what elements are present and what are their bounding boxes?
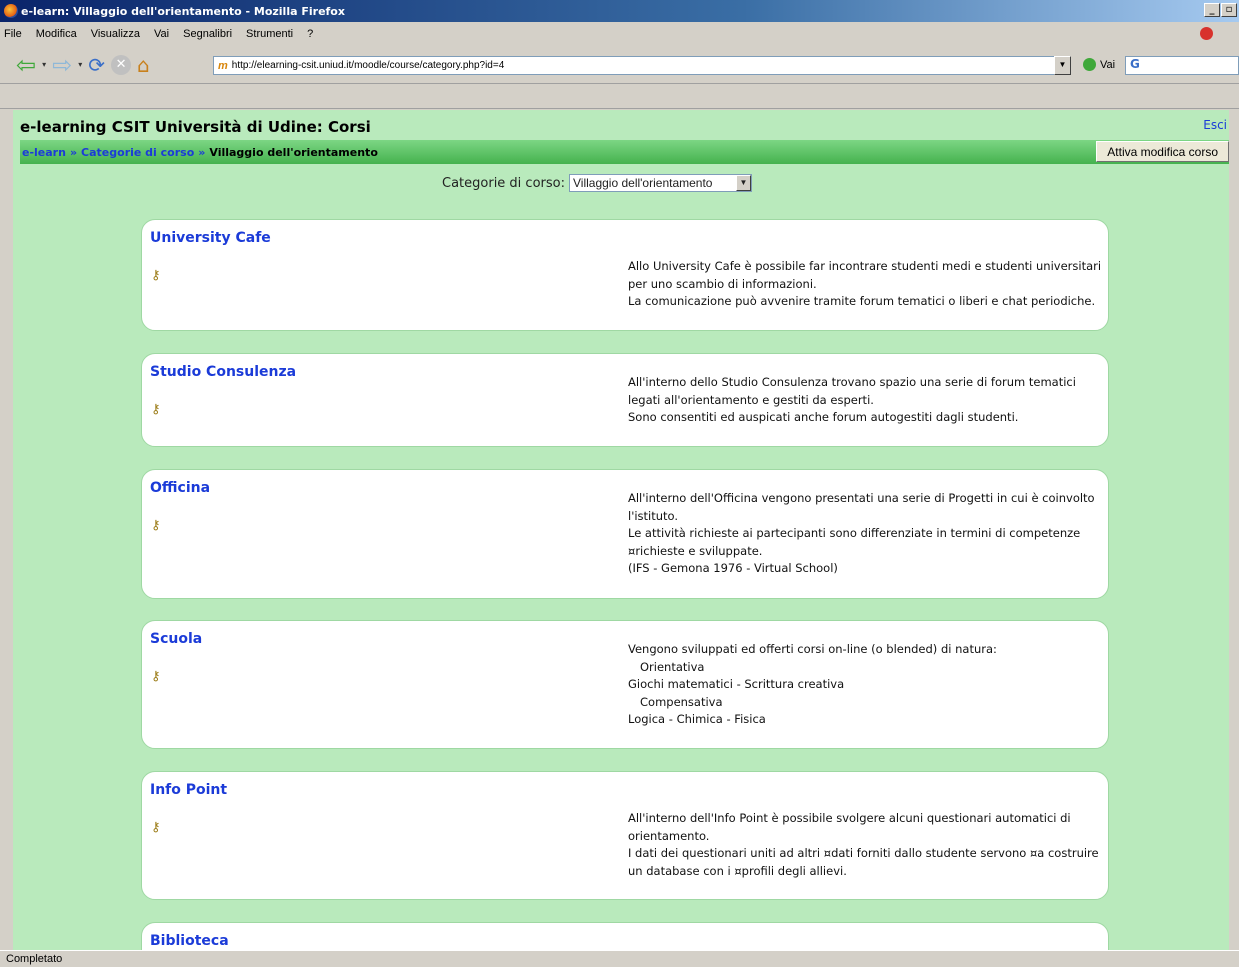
description-line: All'interno dell'Officina vengono presen… bbox=[628, 491, 1095, 505]
url-text[interactable]: http://elearning-csit.uniud.it/moodle/co… bbox=[232, 60, 504, 71]
category-select[interactable]: Villaggio dell'orientamento ▼ bbox=[568, 174, 752, 192]
course-box: Studio Consulenza ⚷ All'interno dello St… bbox=[141, 353, 1109, 447]
forward-history-dropdown[interactable]: ▾ bbox=[78, 60, 82, 69]
menu-segnalibri[interactable]: Segnalibri bbox=[183, 28, 232, 40]
page-title: e-learning CSIT Università di Udine: Cor… bbox=[20, 118, 371, 136]
course-link[interactable]: Studio Consulenza bbox=[150, 364, 296, 380]
description-line: un database con i ¤profili degli allievi… bbox=[628, 863, 847, 878]
description-line: Orientativa bbox=[640, 659, 705, 674]
category-selector-row: Categorie di corso: Villaggio dell'orien… bbox=[13, 174, 1239, 192]
description-line: legati all'orientamento e gestiti da esp… bbox=[628, 392, 874, 407]
key-icon: ⚷ bbox=[151, 268, 161, 283]
page-content: e-learning CSIT Università di Udine: Cor… bbox=[13, 110, 1239, 950]
description-line: Compensativa bbox=[640, 694, 723, 709]
course-link[interactable]: Officina bbox=[150, 480, 210, 496]
key-icon: ⚷ bbox=[151, 820, 161, 835]
back-history-dropdown[interactable]: ▾ bbox=[42, 60, 46, 69]
course-link[interactable]: University Cafe bbox=[150, 230, 271, 246]
home-icon[interactable]: ⌂ bbox=[137, 53, 150, 77]
activity-throbber-icon bbox=[1200, 27, 1213, 40]
navigation-toolbar: ⇦ ▾ ⇨ ▾ ⟳ ✕ ⌂ m http://elearning-csit.un… bbox=[0, 46, 1239, 84]
course-box: Info Point ⚷ All'interno dell'Info Point… bbox=[141, 771, 1109, 900]
window-title: e-learn: Villaggio dell'orientamento - M… bbox=[21, 4, 345, 18]
menu-bar: File Modifica Visualizza Vai Segnalibri … bbox=[0, 24, 1239, 44]
back-arrow-icon[interactable]: ⇦ bbox=[16, 51, 36, 79]
description-line: Le attività richieste ai partecipanti so… bbox=[628, 526, 1081, 540]
description-line: orientamento. bbox=[628, 828, 710, 843]
course-link[interactable]: Biblioteca bbox=[150, 933, 229, 949]
description-line: l'istituto. bbox=[628, 508, 679, 523]
description-line: I dati dei questionari uniti ad altri ¤d… bbox=[628, 846, 1099, 860]
menu-visualizza[interactable]: Visualizza bbox=[91, 28, 140, 40]
breadcrumb-separator: » bbox=[198, 145, 206, 159]
description-line: La comunicazione può avvenire tramite fo… bbox=[628, 294, 1096, 308]
key-icon: ⚷ bbox=[151, 518, 161, 533]
menu-modifica[interactable]: Modifica bbox=[36, 28, 77, 40]
course-box: University Cafe ⚷ Allo University Cafe è… bbox=[141, 219, 1109, 331]
logout-link[interactable]: Esci bbox=[1203, 118, 1227, 132]
firefox-logo-icon bbox=[4, 4, 18, 18]
url-dropdown-icon[interactable]: ▼ bbox=[1054, 56, 1071, 75]
go-icon bbox=[1083, 58, 1096, 71]
status-text: Completato bbox=[6, 953, 63, 965]
course-box: Scuola ⚷ Vengono sviluppati ed offerti c… bbox=[141, 620, 1109, 749]
description-line: Vengono sviluppati ed offerti corsi on-l… bbox=[628, 642, 997, 656]
description-line: (IFS - Gemona 1976 - Virtual School) bbox=[628, 561, 838, 575]
status-bar: Completato bbox=[0, 950, 1239, 967]
search-box[interactable]: G bbox=[1125, 56, 1239, 75]
description-line: Sono consentiti ed auspicati anche forum… bbox=[628, 410, 1019, 424]
breadcrumb-categories-link[interactable]: Categorie di corso bbox=[81, 146, 194, 159]
description-line: Giochi matematici - Scrittura creativa bbox=[628, 677, 845, 691]
stop-icon[interactable]: ✕ bbox=[111, 54, 132, 75]
category-select-value: Villaggio dell'orientamento bbox=[572, 176, 713, 190]
course-description: All'interno dell'Info Point è possibile … bbox=[628, 810, 1104, 880]
course-link[interactable]: Info Point bbox=[150, 782, 227, 798]
reload-icon[interactable]: ⟳ bbox=[88, 53, 105, 77]
breadcrumb-current: Villaggio dell'orientamento bbox=[209, 145, 378, 159]
key-icon: ⚷ bbox=[151, 402, 161, 417]
go-button[interactable]: Vai bbox=[1083, 58, 1115, 71]
google-search-icon: G bbox=[1130, 57, 1140, 71]
moodle-favicon-icon: m bbox=[218, 59, 228, 72]
breadcrumb-separator: » bbox=[69, 145, 78, 159]
minimize-button[interactable]: _ bbox=[1204, 3, 1220, 17]
menu-strumenti[interactable]: Strumenti bbox=[246, 28, 293, 40]
description-line: Logica - Chimica - Fisica bbox=[628, 712, 766, 726]
breadcrumb-home-link[interactable]: e-learn bbox=[22, 146, 66, 159]
course-description: All'interno dell'Officina vengono presen… bbox=[628, 490, 1104, 578]
course-link[interactable]: Scuola bbox=[150, 631, 202, 647]
chevron-down-icon[interactable]: ▼ bbox=[735, 175, 751, 191]
description-line: Allo University Cafe è possibile far inc… bbox=[628, 259, 1102, 273]
forward-arrow-icon[interactable]: ⇨ bbox=[52, 51, 72, 79]
course-box: Officina ⚷ All'interno dell'Officina ven… bbox=[141, 469, 1109, 599]
maximize-button[interactable]: ▫ bbox=[1221, 3, 1237, 17]
course-description: Vengono sviluppati ed offerti corsi on-l… bbox=[628, 641, 1104, 729]
description-line: All'interno dell'Info Point è possibile … bbox=[628, 811, 1071, 825]
go-label: Vai bbox=[1100, 58, 1116, 71]
description-line: ¤richieste e sviluppate. bbox=[628, 543, 763, 558]
bookmarks-toolbar bbox=[0, 85, 1239, 109]
breadcrumb: e-learn » Categorie di corso » Villaggio… bbox=[20, 140, 1230, 164]
menu-vai[interactable]: Vai bbox=[154, 28, 169, 40]
course-description: Allo University Cafe è possibile far inc… bbox=[628, 258, 1104, 311]
vertical-scrollbar[interactable] bbox=[1229, 110, 1239, 950]
course-description: All'interno dello Studio Consulenza trov… bbox=[628, 374, 1104, 427]
description-line: All'interno dello Studio Consulenza trov… bbox=[628, 375, 1076, 389]
menu-help[interactable]: ? bbox=[307, 28, 313, 40]
edit-course-button[interactable]: Attiva modifica corso bbox=[1096, 141, 1229, 162]
course-box: Biblioteca bbox=[141, 922, 1109, 950]
window-titlebar: e-learn: Villaggio dell'orientamento - M… bbox=[0, 0, 1239, 22]
key-icon: ⚷ bbox=[151, 669, 161, 684]
category-label: Categorie di corso: bbox=[442, 175, 565, 191]
description-line: per uno scambio di informazioni. bbox=[628, 276, 817, 291]
menu-file[interactable]: File bbox=[4, 28, 22, 40]
url-bar[interactable]: m http://elearning-csit.uniud.it/moodle/… bbox=[213, 56, 1071, 75]
